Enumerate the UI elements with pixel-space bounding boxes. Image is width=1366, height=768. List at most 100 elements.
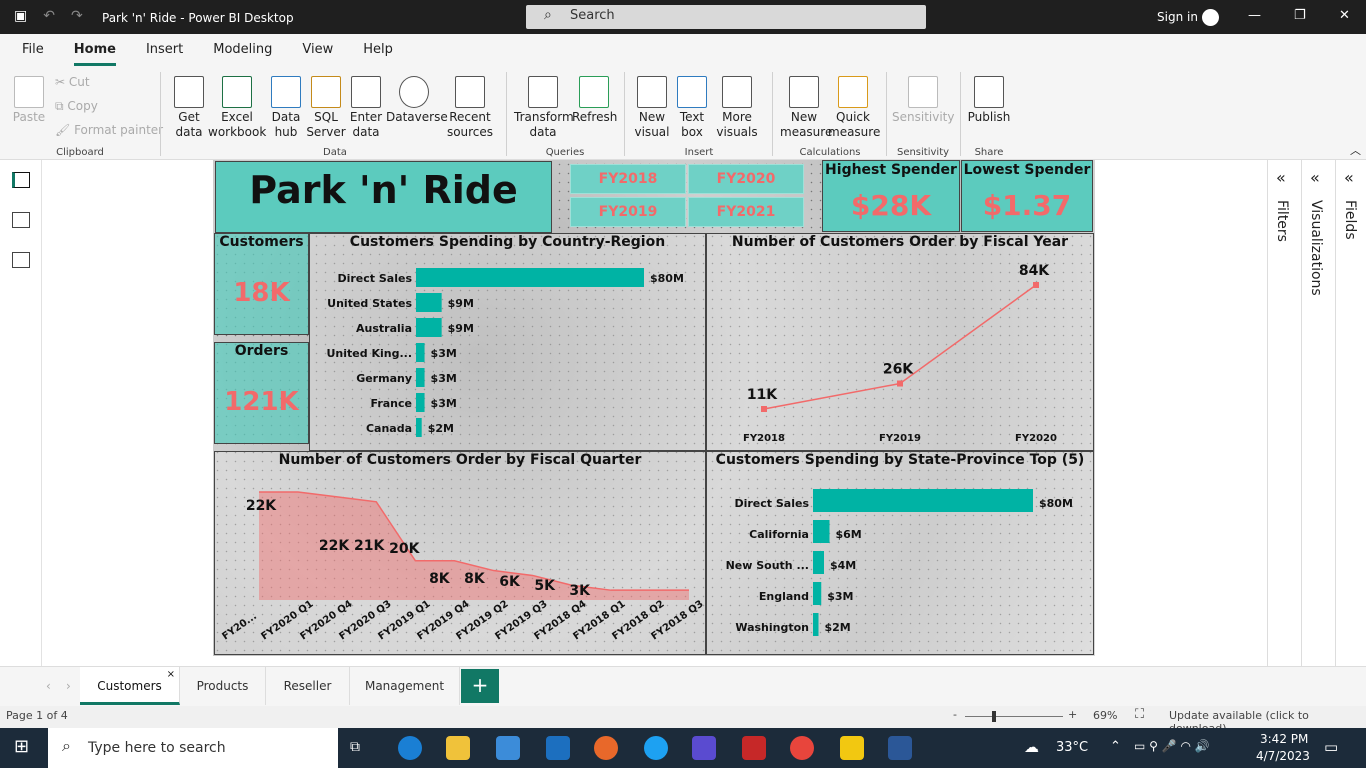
collapse-icon[interactable]: «: [1344, 168, 1354, 187]
quick-measure-button[interactable]: Quick measure: [828, 76, 880, 140]
get-data-button[interactable]: Get data: [168, 76, 210, 140]
tab-management[interactable]: Management: [350, 667, 460, 705]
redo-icon[interactable]: ↷: [71, 8, 83, 24]
add-page-button[interactable]: +: [461, 669, 499, 703]
close-tab-icon[interactable]: ×: [167, 669, 175, 680]
new-visual-button[interactable]: New visual: [632, 76, 672, 140]
menu-file[interactable]: File: [22, 34, 44, 66]
search-box[interactable]: ⌕ Search: [526, 5, 926, 29]
sensitivity-button[interactable]: Sensitivity: [892, 76, 954, 125]
report-view-icon[interactable]: [12, 172, 30, 188]
format-painter-button[interactable]: 🖌 Format painter: [55, 123, 163, 137]
avatar[interactable]: [1202, 9, 1219, 26]
minimize-button[interactable]: —: [1248, 8, 1261, 23]
enter-data-button[interactable]: Enter data: [348, 76, 384, 140]
mail-icon[interactable]: [546, 736, 570, 760]
state-spending-chart[interactable]: Customers Spending by State-Province Top…: [706, 451, 1094, 655]
close-button[interactable]: ✕: [1339, 8, 1350, 23]
transform-label: Transform data: [514, 110, 574, 139]
next-page-icon[interactable]: ›: [66, 679, 71, 693]
tab-reseller[interactable]: Reseller: [266, 667, 350, 705]
more-visuals-button[interactable]: More visuals: [712, 76, 762, 140]
database-icon: [174, 76, 204, 108]
menu-insert[interactable]: Insert: [146, 34, 183, 66]
taskbar-search[interactable]: ⌕ Type here to search: [48, 728, 338, 768]
text-box-button[interactable]: Text box: [672, 76, 712, 140]
sensitivity-icon: [908, 76, 938, 108]
data-label: 84K: [1019, 263, 1050, 279]
slicer-fy2019[interactable]: FY2019: [570, 197, 686, 227]
dataverse-button[interactable]: Dataverse: [386, 76, 448, 125]
new-measure-button[interactable]: New measure: [780, 76, 832, 140]
lowest-spender-card: Lowest Spender $1.37: [961, 160, 1093, 232]
tab-products[interactable]: Products: [180, 667, 266, 705]
slicer-fy2020[interactable]: FY2020: [688, 164, 804, 194]
bar-category-label: United States: [327, 297, 412, 310]
filters-pane[interactable]: « Filters: [1267, 160, 1301, 666]
chrome-icon[interactable]: [790, 736, 814, 760]
edge-icon[interactable]: [398, 736, 422, 760]
excel-button[interactable]: Excel workbook: [208, 76, 266, 140]
zoom-thumb[interactable]: [992, 711, 996, 722]
undo-icon[interactable]: ↶: [43, 8, 55, 24]
fields-pane[interactable]: « Fields: [1335, 160, 1366, 666]
menu-help[interactable]: Help: [363, 34, 393, 66]
maximize-button[interactable]: ❐: [1294, 8, 1306, 23]
app-icon[interactable]: [692, 736, 716, 760]
file-explorer-icon[interactable]: [446, 736, 470, 760]
zoom-in-button[interactable]: +: [1068, 708, 1077, 721]
bar-data-label: $3M: [431, 397, 457, 410]
collapse-icon[interactable]: «: [1310, 168, 1320, 187]
cut-button[interactable]: ✂ Cut: [55, 75, 90, 89]
data-hub-icon: [271, 76, 301, 108]
data-hub-button[interactable]: Data hub: [266, 76, 306, 140]
store-icon[interactable]: [496, 736, 520, 760]
word-icon[interactable]: [888, 736, 912, 760]
menu-modeling[interactable]: Modeling: [213, 34, 272, 66]
fiscal-quarter-area-chart[interactable]: Number of Customers Order by Fiscal Quar…: [214, 451, 706, 655]
bar: [416, 318, 442, 337]
task-view-icon[interactable]: ⧉: [350, 739, 360, 755]
collapse-icon[interactable]: «: [1276, 168, 1286, 187]
table-icon: [351, 76, 381, 108]
zoom-out-button[interactable]: -: [953, 708, 957, 721]
clock-time[interactable]: 3:42 PM: [1260, 732, 1308, 746]
clock-date[interactable]: 4/7/2023: [1256, 749, 1310, 763]
data-label: 5K: [534, 578, 556, 594]
firefox-icon[interactable]: [594, 736, 618, 760]
slicer-fy2021[interactable]: FY2021: [688, 197, 804, 227]
country-spending-chart[interactable]: Customers Spending by Country-Region Dir…: [309, 233, 706, 451]
zoom-slider[interactable]: [965, 716, 1063, 717]
copy-button[interactable]: ⧉ Copy: [55, 99, 98, 114]
slicer-fy2018[interactable]: FY2018: [570, 164, 686, 194]
prev-page-icon[interactable]: ‹: [46, 679, 51, 693]
menu-home[interactable]: Home: [73, 34, 116, 66]
power-bi-icon[interactable]: [840, 736, 864, 760]
notifications-icon[interactable]: ▭: [1324, 738, 1338, 756]
transform-data-button[interactable]: Transform data: [514, 76, 574, 140]
table-view-icon[interactable]: [12, 212, 30, 228]
visualizations-pane[interactable]: « Visualizations: [1301, 160, 1335, 666]
tab-customers[interactable]: Customers ×: [80, 667, 180, 705]
paste-button[interactable]: Paste: [12, 76, 46, 125]
sign-in-link[interactable]: Sign in: [1157, 10, 1198, 24]
sql-server-button[interactable]: SQL Server: [306, 76, 346, 140]
fiscal-year-line-chart[interactable]: Number of Customers Order by Fiscal Year…: [706, 233, 1094, 451]
bar: [813, 520, 830, 543]
weather-temp[interactable]: 33°C: [1056, 740, 1088, 755]
tray-chevron-icon[interactable]: ⌃: [1110, 739, 1121, 754]
twitter-icon[interactable]: [644, 736, 668, 760]
publish-button[interactable]: Publish: [966, 76, 1012, 125]
model-view-icon[interactable]: [12, 252, 30, 268]
windows-start-icon[interactable]: ⊞: [14, 736, 29, 757]
menu-view[interactable]: View: [302, 34, 333, 66]
fit-page-icon[interactable]: ⛶: [1135, 707, 1144, 722]
refresh-button[interactable]: Refresh: [572, 76, 617, 125]
recent-sources-button[interactable]: Recent sources: [442, 76, 498, 140]
menu-bar: File Home Insert Modeling View Help: [0, 34, 1366, 66]
vnc-icon[interactable]: [742, 736, 766, 760]
save-icon[interactable]: ▣: [14, 8, 27, 24]
collapse-ribbon-icon[interactable]: ︿: [1350, 142, 1361, 158]
tray-icons[interactable]: ▭ ⚲ 🎤 ◠ 🔊: [1134, 739, 1210, 753]
excel-label: Excel workbook: [208, 110, 267, 139]
